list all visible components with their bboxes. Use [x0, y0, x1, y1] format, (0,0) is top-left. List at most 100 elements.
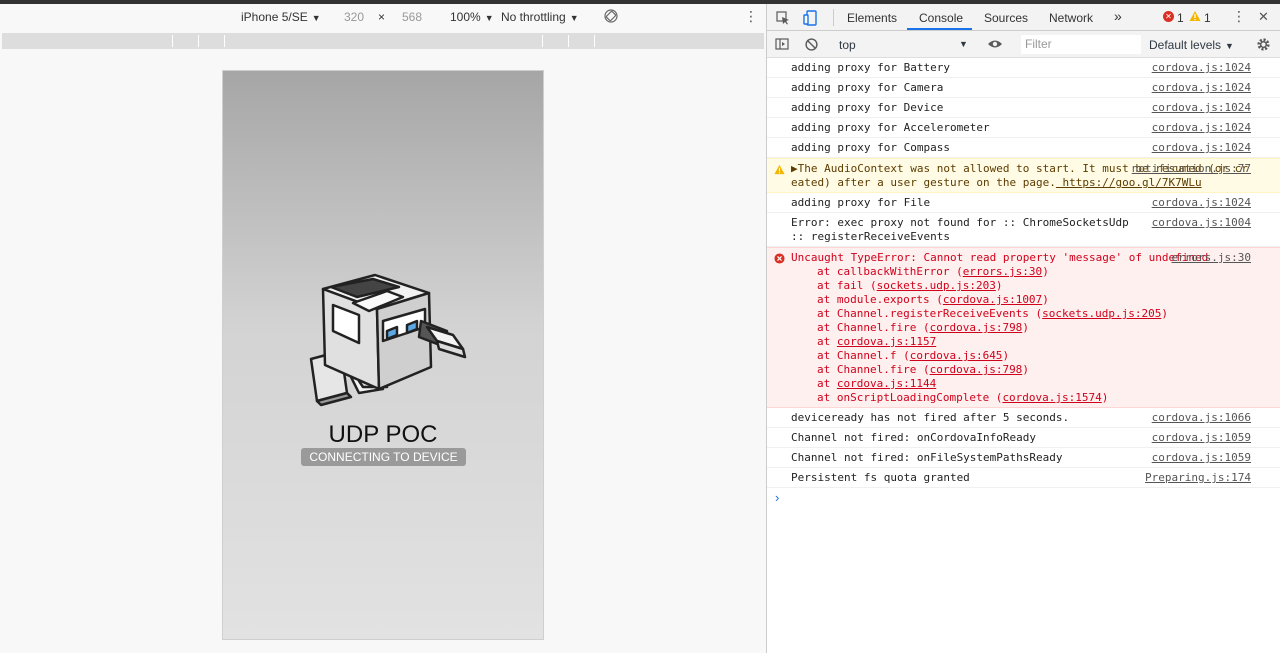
ruler-segment[interactable]: [594, 35, 595, 47]
stack-frame-link[interactable]: cordova.js:798: [930, 321, 1023, 334]
device-toolbar: iPhone 5/SE ▼ 320 × 568 100% ▼ No throttli…: [0, 4, 766, 32]
live-expression-eye-icon[interactable]: [986, 38, 1004, 50]
stack-frame: at cordova.js:1157: [817, 335, 937, 348]
error-icon[interactable]: ✕: [1163, 11, 1174, 22]
error-count[interactable]: 1: [1177, 11, 1184, 25]
message-link[interactable]: https://goo.gl/7K7WLu: [1056, 176, 1202, 189]
stack-frame-link[interactable]: sockets.udp.js:203: [877, 279, 996, 292]
console-message: adding proxy for File cordova.js:1024: [767, 193, 1280, 213]
source-link[interactable]: notification.js:77: [1132, 162, 1251, 176]
log-levels-select[interactable]: Default levels ▼: [1149, 38, 1234, 52]
media-query-ruler: [2, 33, 764, 49]
more-tabs-icon[interactable]: »: [1114, 8, 1122, 24]
device-emulation-pane: iPhone 5/SE ▼ 320 × 568 100% ▼ No throttli…: [0, 4, 766, 653]
message-text: adding proxy for Camera: [791, 81, 944, 94]
stack-frame-link[interactable]: sockets.udp.js:205: [1042, 307, 1161, 320]
console-message: Error: exec proxy not found for :: Chrom…: [767, 213, 1280, 247]
chevron-down-icon[interactable]: ▼: [959, 39, 968, 49]
message-text: Channel not fired: onCordovaInfoReady: [791, 431, 1037, 444]
source-link[interactable]: cordova.js:1024: [1152, 101, 1251, 115]
source-link[interactable]: cordova.js:1024: [1152, 141, 1251, 155]
message-text: adding proxy for File: [791, 196, 931, 209]
chevron-down-icon: ▼: [1225, 41, 1234, 51]
height-input[interactable]: 568: [402, 10, 422, 24]
ruler-segment[interactable]: [568, 35, 569, 47]
stack-frame: at Channel.fire (cordova.js:798): [817, 363, 1029, 376]
source-link[interactable]: cordova.js:1024: [1152, 121, 1251, 135]
source-link[interactable]: errors.js:30: [1172, 251, 1251, 265]
stack-frame: at Channel.registerReceiveEvents (socket…: [817, 307, 1169, 320]
sidebar-toggle-icon[interactable]: [775, 37, 789, 51]
device-viewport: UDP POC CONNECTING TO DEVICE: [222, 70, 544, 640]
stack-frame: at Channel.fire (cordova.js:798): [817, 321, 1029, 334]
chevron-down-icon: ▼: [484, 13, 494, 23]
message-text: deviceready has not fired after 5 second…: [791, 411, 1070, 424]
chevron-down-icon: ▼: [311, 13, 321, 23]
ruler-segment[interactable]: [224, 35, 225, 47]
message-text: Error: exec proxy not found for :: Chrom…: [791, 216, 1136, 243]
source-link[interactable]: cordova.js:1024: [1152, 196, 1251, 210]
chevron-down-icon: ▼: [569, 13, 579, 23]
console-message: deviceready has not fired after 5 second…: [767, 408, 1280, 428]
execution-context-select[interactable]: top: [839, 38, 856, 52]
zoom-select[interactable]: 100% ▼: [450, 10, 494, 24]
clear-console-icon[interactable]: [804, 37, 818, 51]
stack-frame: at cordova.js:1144: [817, 377, 937, 390]
close-icon[interactable]: ✕: [1258, 9, 1269, 25]
more-vert-icon[interactable]: ⋮: [744, 8, 758, 25]
stack-frame-link[interactable]: cordova.js:1144: [837, 377, 936, 390]
console-message: Channel not fired: onFileSystemPathsRead…: [767, 448, 1280, 468]
stack-frame: at onScriptLoadingComplete (cordova.js:1…: [817, 391, 1109, 404]
console-message: adding proxy for Compass cordova.js:1024: [767, 138, 1280, 158]
stack-frame: at module.exports (cordova.js:1007): [817, 293, 1049, 306]
filter-input[interactable]: Filter: [1021, 35, 1141, 54]
stack-frame: at fail (sockets.udp.js:203): [817, 279, 1003, 292]
warning-icon[interactable]: [1189, 10, 1201, 22]
stack-frame-link[interactable]: cordova.js:1157: [837, 335, 936, 348]
stack-frame-link[interactable]: cordova.js:645: [910, 349, 1003, 362]
rotate-icon[interactable]: [604, 9, 618, 26]
tab-sources[interactable]: Sources: [984, 11, 1028, 25]
console-message: adding proxy for Camera cordova.js:1024: [767, 78, 1280, 98]
active-tab-indicator: [907, 28, 972, 30]
source-link[interactable]: cordova.js:1004: [1152, 216, 1251, 230]
source-link[interactable]: cordova.js:1024: [1152, 81, 1251, 95]
toolbar-separator: [833, 9, 834, 26]
gear-icon[interactable]: [1255, 36, 1271, 52]
message-text: adding proxy for Battery: [791, 61, 950, 74]
console-message: adding proxy for Accelerometer cordova.js…: [767, 118, 1280, 138]
device-select[interactable]: iPhone 5/SE ▼: [241, 10, 321, 24]
console-messages: adding proxy for Battery cordova.js:1024 a…: [767, 58, 1280, 508]
tab-network[interactable]: Network: [1049, 11, 1093, 25]
warning-count[interactable]: 1: [1204, 11, 1211, 25]
stack-frame-link[interactable]: cordova.js:798: [930, 363, 1023, 376]
robot-logo-icon: [309, 273, 467, 407]
source-link[interactable]: cordova.js:1066: [1152, 411, 1251, 425]
devtools-tabbar: Elements Console Sources Network » ✕ 1 1…: [767, 4, 1280, 31]
source-link[interactable]: cordova.js:1059: [1152, 431, 1251, 445]
source-link[interactable]: cordova.js:1024: [1152, 61, 1251, 75]
stack-frame-link[interactable]: cordova.js:1007: [943, 293, 1042, 306]
inspect-element-icon[interactable]: [775, 10, 791, 26]
stack-frame-link[interactable]: cordova.js:1574: [1002, 391, 1101, 404]
dimension-separator: ×: [378, 10, 386, 24]
stack-frame-link[interactable]: errors.js:30: [963, 265, 1042, 278]
device-toolbar-toggle-icon[interactable]: [802, 9, 818, 26]
log-levels-label: Default levels: [1149, 38, 1222, 52]
stack-frame: at callbackWithError (errors.js:30): [817, 265, 1049, 278]
ruler-segment[interactable]: [198, 35, 199, 47]
settings-more-icon[interactable]: ⋮: [1232, 8, 1246, 25]
source-link[interactable]: Preparing.js:174: [1145, 471, 1251, 485]
width-input[interactable]: 320: [344, 10, 364, 24]
message-text: adding proxy for Accelerometer: [791, 121, 990, 134]
device-name: iPhone 5/SE: [241, 10, 308, 24]
tab-elements[interactable]: Elements: [847, 11, 897, 25]
ruler-segment[interactable]: [542, 35, 543, 47]
source-link[interactable]: cordova.js:1059: [1152, 451, 1251, 465]
tab-console[interactable]: Console: [919, 11, 963, 25]
console-message: Persistent fs quota granted Preparing.js:…: [767, 468, 1280, 488]
stack-frame: at Channel.f (cordova.js:645): [817, 349, 1010, 362]
ruler-segment[interactable]: [172, 35, 173, 47]
throttling-select[interactable]: No throttling ▼: [501, 10, 579, 24]
console-prompt[interactable]: ›: [767, 488, 1280, 508]
